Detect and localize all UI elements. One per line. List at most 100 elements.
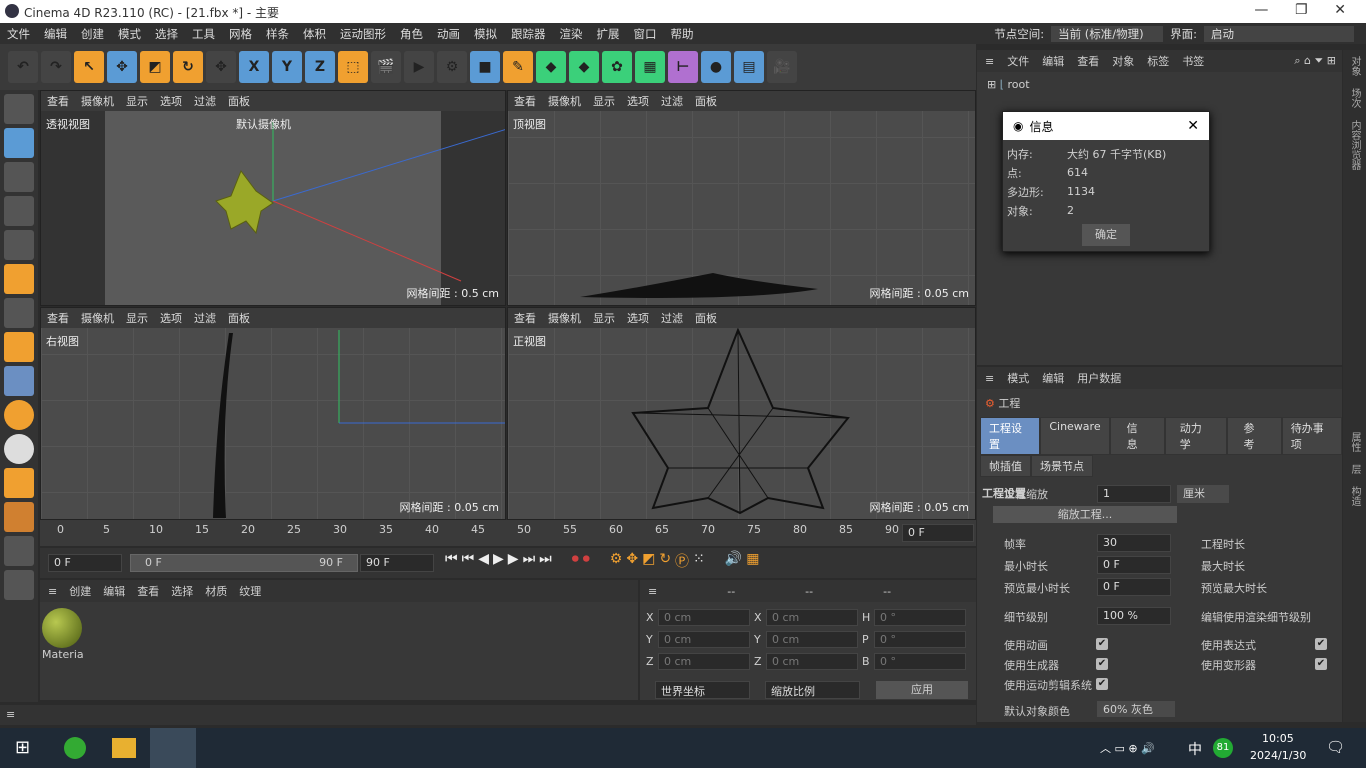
select-tool-button[interactable]: ↖ xyxy=(74,51,104,83)
obj-menu-edit[interactable]: 编辑 xyxy=(1042,53,1064,69)
rotate-tool-button[interactable]: ↻ xyxy=(173,51,203,83)
vp-menu-camera[interactable]: 摄像机 xyxy=(548,93,581,109)
close-icon[interactable]: ✕ xyxy=(1187,118,1199,134)
mat-menu-material[interactable]: 材质 xyxy=(205,583,227,599)
mograph-button[interactable]: ▦ xyxy=(635,51,665,83)
tray-icons[interactable]: ︿ ▭ ⊕ 🔊 xyxy=(1100,740,1155,756)
min-time-field[interactable]: 0 F xyxy=(1097,556,1171,574)
hamburger-icon[interactable]: ≡ xyxy=(985,55,994,68)
viewport-front[interactable]: 查看 摄像机 显示 选项 过滤 面板 正视图 网格间距 : 0.05 cm xyxy=(507,307,976,520)
redo-button[interactable]: ↷ xyxy=(41,51,71,83)
edges-mode-button[interactable] xyxy=(4,230,34,260)
deformer-button[interactable]: ⊢ xyxy=(668,51,698,83)
vp-menu-panel[interactable]: 面板 xyxy=(695,93,717,109)
pen-button[interactable]: ✎ xyxy=(503,51,533,83)
make-editable-button[interactable] xyxy=(4,94,34,124)
axis-mode-button[interactable] xyxy=(4,332,34,362)
snap-button[interactable] xyxy=(4,366,34,396)
go-start-button[interactable]: ⏮ xyxy=(445,551,458,571)
vp-menu-filter[interactable]: 过滤 xyxy=(194,310,216,326)
right-tab[interactable]: 内容浏览器 xyxy=(1343,114,1366,176)
vp-menu-view[interactable]: 查看 xyxy=(514,93,536,109)
key-scale-button[interactable]: ◩ xyxy=(642,551,655,571)
auto-key-button[interactable]: ⏺ xyxy=(583,551,590,571)
move-tool-button[interactable]: ✥ xyxy=(107,51,137,83)
current-frame-field[interactable]: 0 F xyxy=(48,554,122,572)
menu-create[interactable]: 创建 xyxy=(74,26,111,42)
vp-menu-options[interactable]: 选项 xyxy=(627,93,649,109)
vp-menu-display[interactable]: 显示 xyxy=(126,310,148,326)
scale-tool-button[interactable]: ◩ xyxy=(140,51,170,83)
vp-menu-filter[interactable]: 过滤 xyxy=(661,310,683,326)
vp-menu-display[interactable]: 显示 xyxy=(593,93,615,109)
right-tab[interactable]: 层 xyxy=(1343,458,1366,480)
z-axis-button[interactable]: Z xyxy=(305,51,335,83)
points-mode-button[interactable] xyxy=(4,196,34,226)
y-axis-button[interactable]: Y xyxy=(272,51,302,83)
obj-menu-file[interactable]: 文件 xyxy=(1007,53,1029,69)
cinema4d-taskbar-item[interactable] xyxy=(150,728,196,768)
menu-tools[interactable]: 工具 xyxy=(185,26,222,42)
vp-menu-options[interactable]: 选项 xyxy=(160,310,182,326)
windows-start-icon[interactable]: ⊞ xyxy=(15,737,30,758)
vp-menu-panel[interactable]: 面板 xyxy=(695,310,717,326)
hamburger-icon[interactable]: ≡ xyxy=(48,585,57,598)
clock-date[interactable]: 2024/1/30 xyxy=(1250,749,1306,762)
frame-range-slider[interactable]: 0 F 90 F xyxy=(130,554,358,572)
obj-menu-bookmarks[interactable]: 书签 xyxy=(1182,53,1204,69)
vp-menu-view[interactable]: 查看 xyxy=(514,310,536,326)
mat-menu-edit[interactable]: 编辑 xyxy=(103,583,125,599)
menu-mode[interactable]: 模式 xyxy=(111,26,148,42)
cube-button[interactable]: ■ xyxy=(470,51,500,83)
right-tab[interactable]: 对象 xyxy=(1343,50,1366,82)
next-frame-button[interactable]: ▶ xyxy=(508,551,519,571)
next-key-button[interactable]: ⏭ xyxy=(523,551,536,571)
tab-scene-nodes[interactable]: 场景节点 xyxy=(1031,455,1093,477)
render-picture-viewer-button[interactable]: ▶ xyxy=(404,51,434,83)
vp-menu-camera[interactable]: 摄像机 xyxy=(81,310,114,326)
mat-menu-select[interactable]: 选择 xyxy=(171,583,193,599)
record-button[interactable]: ⏺ xyxy=(572,551,579,571)
unit-select[interactable]: 厘米 xyxy=(1177,485,1229,503)
hamburger-icon[interactable]: ≡ xyxy=(0,705,21,724)
workplane-grid-button[interactable] xyxy=(4,502,34,532)
render-settings-button[interactable]: ⚙ xyxy=(437,51,467,83)
tab-key-interpolation[interactable]: 帧插值 xyxy=(980,455,1031,477)
obj-menu-object[interactable]: 对象 xyxy=(1112,53,1134,69)
menu-help[interactable]: 帮助 xyxy=(664,26,701,42)
menu-window[interactable]: 窗口 xyxy=(627,26,664,42)
snap-settings-button[interactable] xyxy=(4,400,34,430)
search-icon[interactable]: ⌕ ⌂ ⏷ ⊞ xyxy=(1294,54,1336,68)
menu-edit[interactable]: 编辑 xyxy=(37,26,74,42)
notification-icon[interactable]: 🗨 xyxy=(1326,738,1345,756)
coord-scale-select[interactable]: 缩放比例 xyxy=(765,681,860,699)
window-controls[interactable]: — ❐ ✕ xyxy=(1254,2,1346,18)
menu-mograph[interactable]: 运动图形 xyxy=(333,26,393,42)
coord-system-select[interactable]: 世界坐标 xyxy=(655,681,750,699)
browser-icon[interactable] xyxy=(64,737,86,759)
right-tab[interactable]: 构造 xyxy=(1343,480,1366,512)
attr-menu-mode[interactable]: 模式 xyxy=(1007,370,1029,386)
ok-button[interactable]: 确定 xyxy=(1082,224,1130,246)
use-motion-system-checkbox[interactable]: ✔ xyxy=(1096,678,1108,690)
material-swatch[interactable]: Materia xyxy=(42,608,86,668)
use-expressions-checkbox[interactable]: ✔ xyxy=(1315,638,1327,650)
key-pla-button[interactable]: ⁙ xyxy=(693,551,705,571)
prev-frame-button[interactable]: ◀ xyxy=(478,551,489,571)
tab-dynamics[interactable]: 动力学 xyxy=(1164,417,1227,455)
default-color-select[interactable]: 60% 灰色 xyxy=(1097,701,1175,717)
coord-field[interactable]: 0 cm xyxy=(766,652,858,670)
attr-menu-edit[interactable]: 编辑 xyxy=(1042,370,1064,386)
extrude-button[interactable]: ◆ xyxy=(569,51,599,83)
coord-field[interactable]: 0 cm xyxy=(658,630,750,648)
timeline-end-field[interactable]: 0 F xyxy=(902,524,974,542)
keyframe-selection-button[interactable]: ⚙ xyxy=(610,551,623,571)
hamburger-icon[interactable]: ≡ xyxy=(985,372,994,385)
use-animation-checkbox[interactable]: ✔ xyxy=(1096,638,1108,650)
use-generators-checkbox[interactable]: ✔ xyxy=(1096,658,1108,670)
expand-icon[interactable]: ⊞ xyxy=(987,78,996,91)
vp-menu-panel[interactable]: 面板 xyxy=(228,310,250,326)
menu-animate[interactable]: 动画 xyxy=(430,26,467,42)
floor-button[interactable]: ▤ xyxy=(734,51,764,83)
tab-referencing[interactable]: 参考 xyxy=(1226,417,1282,455)
